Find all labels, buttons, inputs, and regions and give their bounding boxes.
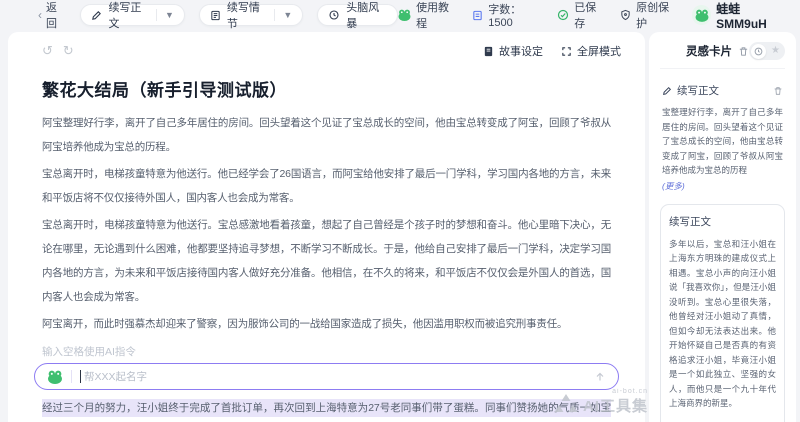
fullscreen-icon xyxy=(561,46,572,57)
frog-icon xyxy=(47,370,63,384)
chevron-down-icon[interactable]: ▼ xyxy=(283,10,292,20)
fullscreen-button[interactable]: 全屏模式 xyxy=(561,43,621,59)
pen-icon xyxy=(662,86,672,96)
continue-plot-button[interactable]: 续写情节 ▼ xyxy=(199,4,303,26)
saved-status: 已保存 xyxy=(557,0,604,31)
document-body[interactable]: 阿宝整理好行李，离开了自己多年居住的房间。回头望着这个见证了宝总成长的空间，他由… xyxy=(32,111,621,336)
delete-card-trash-icon[interactable] xyxy=(773,86,783,96)
brainstorm-button[interactable]: 头脑风暴 xyxy=(317,4,398,26)
inspiration-card[interactable]: 续写正文 宝整理好行李，离开了自己多年居住的房间。回头望着这个见证了宝总成长的空… xyxy=(660,83,785,192)
chevron-down-icon[interactable]: ▼ xyxy=(165,10,174,20)
brainstorm-icon xyxy=(328,9,340,21)
card-text: 宝整理好行李，离开了自己多年居住的房间。回头望着这个见证了宝总成长的空间，他由宝… xyxy=(662,105,783,178)
inspiration-sidebar: 灵感卡片 ★ 续写正文 宝整理好行李，离开了自己多年居住的房间。回头望着这个见证… xyxy=(649,32,796,422)
frog-icon xyxy=(398,9,411,21)
ai-generated-selection[interactable]: 经过三个月的努力，汪小姐终于完成了首批订单，再次回到上海特意为27号老同事们带了… xyxy=(32,396,621,422)
more-link[interactable]: (更多) xyxy=(662,180,783,192)
card-paragraph: 多年以后，宝总和汪小姐在上海东方明珠的建成仪式上相遇。宝总小声的向汪小姐说「我喜… xyxy=(669,237,776,411)
card-type-label: 续写正文 xyxy=(669,214,776,229)
editor-toolbar: ↺ ↻ 故事设定 全屏模式 xyxy=(32,40,621,62)
card-type-label: 续写正文 xyxy=(677,83,719,98)
continue-text-button[interactable]: 续写正文 ▼ xyxy=(80,4,184,26)
clock-icon[interactable] xyxy=(751,44,766,59)
watermark: ai-bot.cn AI工具集 xyxy=(553,388,648,416)
book-icon xyxy=(483,46,494,57)
divider xyxy=(156,9,157,21)
story-settings-button[interactable]: 故事设定 xyxy=(483,43,543,59)
divider xyxy=(71,370,72,383)
pen-icon xyxy=(91,10,102,21)
back-label: 返回 xyxy=(46,0,66,31)
inspiration-card-expanded[interactable]: 续写正文 多年以后，宝总和汪小姐在上海东方明珠的建成仪式上相遇。宝总小声的向汪小… xyxy=(660,204,785,422)
user-account[interactable]: 蛙蛙SMM9uH xyxy=(692,0,786,31)
ai-command-input[interactable]: 帮XXX起名字 xyxy=(34,363,619,390)
word-count: 字数：1500 xyxy=(472,1,541,29)
copyright-label: 原创保护 xyxy=(636,0,676,31)
story-settings-label: 故事设定 xyxy=(499,43,543,59)
divider xyxy=(274,9,275,21)
paragraph[interactable]: 阿宝整理好行李，离开了自己多年居住的房间。回头望着这个见证了宝总成长的空间，他由… xyxy=(42,111,611,159)
chevron-left-icon: ‹ xyxy=(38,8,42,22)
word-count-icon xyxy=(472,10,483,21)
username-label: 蛙蛙SMM9uH xyxy=(716,0,786,31)
highlighted-paragraph[interactable]: 经过三个月的努力，汪小姐终于完成了首批订单，再次回到上海特意为27号老同事们带了… xyxy=(42,396,611,422)
tutorial-button[interactable]: 使用教程 xyxy=(398,0,456,31)
document-icon xyxy=(210,10,221,21)
paragraph[interactable]: 阿宝离开，而此时强慕杰却迎来了警察，因为服饰公司的一战给国家造成了损失，他因滥用… xyxy=(42,312,611,336)
saved-label: 已保存 xyxy=(574,0,604,31)
watermark-name: AI工具集 xyxy=(583,395,648,416)
tutorial-label: 使用教程 xyxy=(416,0,456,31)
continue-plot-label: 续写情节 xyxy=(227,0,267,31)
back-button[interactable]: ‹ 返回 xyxy=(38,0,66,31)
sidebar-title: 灵感卡片 xyxy=(686,43,732,59)
paragraph[interactable]: 宝总离开时，电梯孩童特意为他送行。宝总感激地看着孩童，想起了自己曾经是个孩子时的… xyxy=(42,213,611,309)
brainstorm-label: 头脑风暴 xyxy=(346,0,387,31)
page-title[interactable]: 繁花大结局（新手引导测试版） xyxy=(42,76,621,101)
paragraph[interactable]: 宝总离开时，电梯孩童特意为他送行。他已经学会了26国语言，而阿宝给他安排了最后一… xyxy=(42,162,611,210)
top-toolbar: ‹ 返回 续写正文 ▼ 续写情节 ▼ 头脑风暴 使用教程 xyxy=(0,0,800,30)
send-arrow-icon[interactable] xyxy=(594,371,606,383)
watermark-url: ai-bot.cn xyxy=(583,388,648,395)
ai-input-placeholder: 帮XXX起名字 xyxy=(84,369,147,384)
editor-panel: ↺ ↻ 故事设定 全屏模式 繁花大结局（新手引导测试版） 阿宝整理好行李，离开了… xyxy=(8,32,645,422)
ai-command-hint: 输入空格使用AI指令 xyxy=(42,344,621,359)
copyright-protect-button[interactable]: 原创保护 xyxy=(620,0,676,31)
check-circle-icon xyxy=(557,9,569,21)
star-icon[interactable]: ★ xyxy=(768,44,783,59)
topbar-right: 使用教程 字数：1500 已保存 原创保护 蛙蛙SMM9uH xyxy=(398,0,786,31)
avatar xyxy=(692,5,711,25)
undo-icon[interactable]: ↺ xyxy=(42,43,53,59)
text-cursor xyxy=(80,370,81,383)
word-count-label: 字数：1500 xyxy=(488,1,541,29)
watermark-logo-icon xyxy=(553,392,579,416)
sidebar-header: 灵感卡片 ★ xyxy=(660,42,785,69)
clear-cards-trash-icon[interactable] xyxy=(738,46,749,57)
continue-text-label: 续写正文 xyxy=(108,0,148,31)
shield-icon xyxy=(620,9,631,21)
fullscreen-label: 全屏模式 xyxy=(577,43,621,59)
history-favorite-toggle[interactable]: ★ xyxy=(749,42,785,60)
redo-icon[interactable]: ↻ xyxy=(63,43,74,59)
